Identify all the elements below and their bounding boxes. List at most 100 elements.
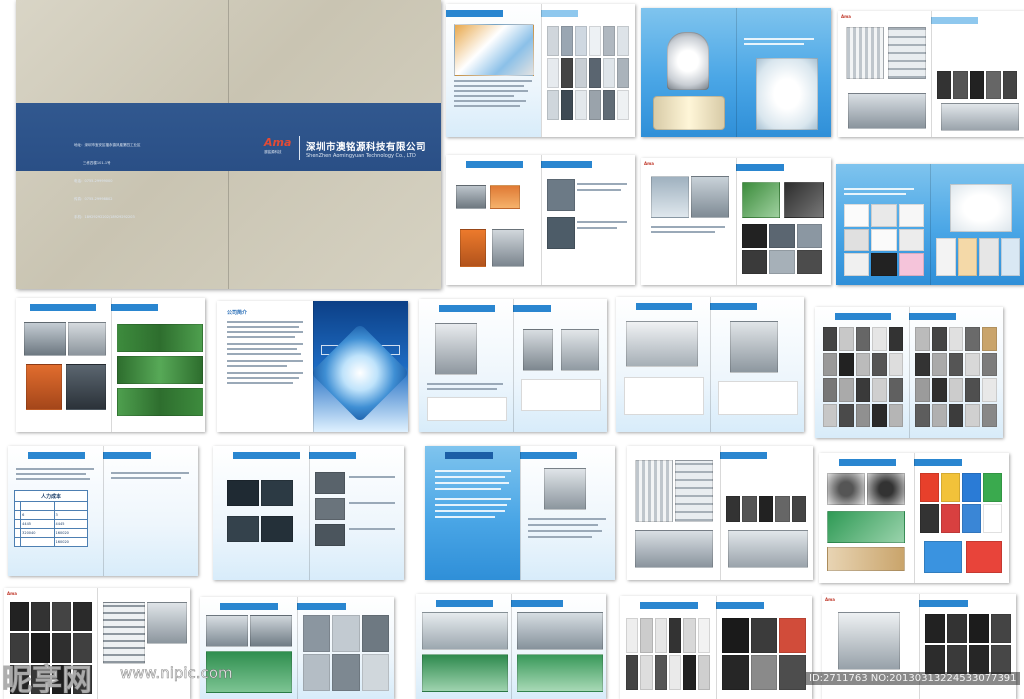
- caster-photo: [827, 473, 865, 505]
- workshop-photo: [206, 615, 248, 647]
- spread-page-left: 公司简介: [217, 301, 313, 432]
- filter-bag-photo: [756, 58, 818, 130]
- page-header-bar: [30, 304, 97, 311]
- connector-grid: [726, 496, 806, 522]
- spread-page-right: [716, 596, 812, 699]
- material-grid: [823, 327, 903, 427]
- spread-page-left: Ama: [838, 11, 931, 137]
- spread-page-right: [110, 298, 205, 432]
- table-photo: [728, 530, 808, 568]
- watermark-url: www.nipic.com: [120, 664, 233, 683]
- spread-air-filter: [641, 8, 831, 137]
- spread-fold: [909, 307, 910, 438]
- text-line: [227, 348, 297, 350]
- text-line: [528, 518, 606, 520]
- spread-page-left: Ama: [641, 158, 736, 285]
- production-line-photo: [422, 654, 508, 692]
- equipment-photo: [546, 179, 575, 211]
- spread-accessories: [819, 453, 1009, 583]
- text-line: [227, 377, 299, 379]
- page-header-bar: [919, 600, 968, 607]
- rack-photo: [846, 27, 884, 79]
- spread-page-left: [213, 446, 309, 580]
- text-line: [227, 360, 303, 362]
- page-header-bar: [736, 164, 784, 171]
- text-line: [454, 85, 524, 87]
- product-photo: [454, 24, 534, 76]
- production-line-photo: [422, 612, 508, 650]
- machine-photo: [24, 322, 66, 356]
- contact-address: 地址：深圳市宝安区福永镇凤凰第四工业区: [74, 143, 141, 147]
- page-header-bar: [540, 10, 579, 17]
- page-header-bar: [513, 305, 551, 312]
- text-line: [528, 530, 602, 532]
- text-line: [844, 193, 906, 195]
- spread-page-left: [446, 155, 541, 285]
- pcb-photo: [116, 324, 203, 352]
- spread-page-right: [308, 446, 404, 580]
- spread-page-right: [540, 155, 635, 285]
- spread-fold: [736, 8, 737, 137]
- text-line: [435, 504, 507, 506]
- press-photo: [492, 229, 524, 267]
- spread-fold: [736, 158, 737, 285]
- spread-fold: [914, 453, 915, 583]
- page-header-bar: [636, 303, 693, 310]
- spread-page-right: [513, 299, 607, 432]
- page-header-bar: [540, 161, 593, 168]
- page-header-bar: [839, 459, 896, 466]
- chair-photo: [966, 541, 1002, 573]
- spread-fold: [540, 4, 542, 137]
- spread-page-right: [931, 11, 1024, 137]
- text-line: [435, 470, 511, 472]
- filter-cartridge-photo: [653, 96, 725, 130]
- material-grid: [915, 327, 997, 427]
- process-photo: [227, 516, 259, 542]
- spread-machines: [16, 298, 205, 432]
- spread-company-intro: 公司简介 以质量求发展 以信誉求生存: [217, 301, 408, 432]
- spread-dispensers: [419, 299, 607, 432]
- page-header-bar: [445, 452, 493, 459]
- text-line: [348, 502, 395, 504]
- watermark-id: ID:2711763 NO:20130313224533077391: [806, 672, 1020, 685]
- spread-page-right: [736, 158, 831, 285]
- text-line: [16, 473, 86, 475]
- cover-divider: [299, 136, 300, 160]
- workshop-photo: [250, 615, 292, 647]
- text-line: [348, 476, 395, 478]
- spread-page-left: [446, 4, 541, 137]
- spread-page-right: [97, 588, 190, 699]
- orange-device-photo: [460, 229, 486, 267]
- spread-robots: [616, 297, 804, 432]
- cart-photo: [147, 602, 187, 644]
- brand-logo: Ama: [264, 136, 292, 149]
- text-line: [227, 353, 301, 355]
- tool-grid: [626, 618, 710, 690]
- connector-grid: [937, 71, 1017, 99]
- spread-workstations: Ama: [641, 158, 831, 285]
- production-line-photo: [517, 654, 603, 692]
- spread-page-left: 人力成本 63 4445 4445 320040 160020 160020: [8, 446, 103, 576]
- spread-fold: [931, 11, 932, 137]
- page-header-bar: [931, 17, 978, 24]
- intro-title: 公司简介: [227, 310, 248, 316]
- page-header-bar: [511, 600, 564, 607]
- page-header-bar: [909, 313, 956, 320]
- text-line: [227, 326, 299, 328]
- spec-table: [718, 381, 798, 415]
- brochure-cover: 地址：深圳市宝安区福永镇凤凰第四工业区 三栋四楼101-1号 电话：0755-2…: [16, 0, 441, 289]
- text-line: [16, 478, 90, 480]
- bin-photo: [924, 541, 962, 573]
- spread-filters: [836, 164, 1024, 285]
- text-line: [111, 477, 181, 479]
- device-photo: [544, 468, 586, 510]
- spread-fold: [513, 299, 514, 432]
- spread-fold: [520, 446, 521, 580]
- spec-table: [427, 397, 507, 421]
- spread-page-right: [909, 307, 1003, 438]
- spread-page-right: [540, 4, 635, 137]
- page-header-bar: [308, 452, 357, 459]
- filter-roll-photo: [950, 184, 1012, 232]
- stand-photo: [523, 329, 553, 371]
- spread-racks: Ama: [838, 11, 1024, 137]
